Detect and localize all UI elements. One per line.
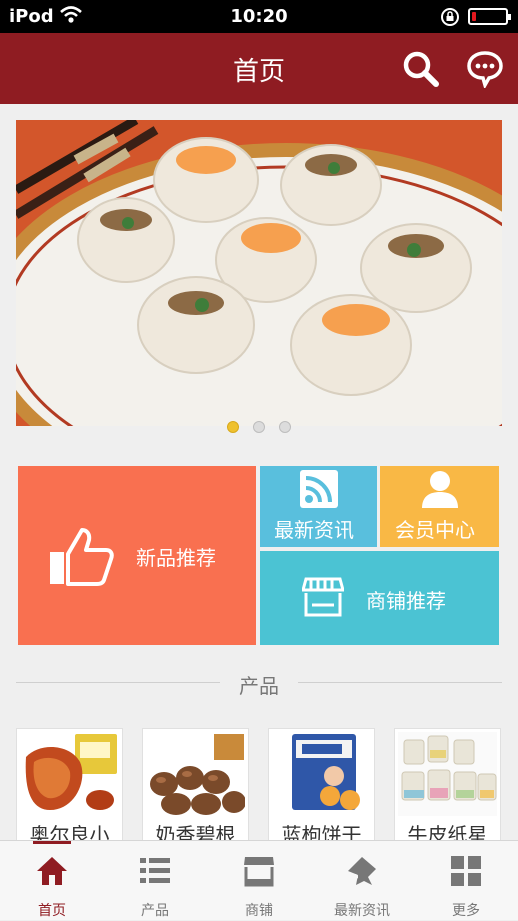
page-title: 首页: [232, 57, 285, 87]
active-tab-indicator: [33, 841, 71, 844]
chat-icon[interactable]: [466, 50, 504, 88]
product-image: [272, 732, 371, 816]
rss-icon: [300, 470, 338, 508]
new-products-label: 新品推荐: [136, 546, 216, 570]
news-label: 最新资讯: [274, 518, 354, 542]
product-card[interactable]: 奥尔良小: [16, 728, 123, 843]
tab-news[interactable]: 最新资讯: [310, 841, 414, 921]
tab-more[interactable]: 更多: [414, 841, 518, 921]
tab-label: 更多: [452, 903, 480, 919]
new-products-tile[interactable]: 新品推荐: [18, 466, 256, 645]
grid-icon: [451, 856, 481, 886]
member-tile[interactable]: 会员中心: [380, 466, 499, 547]
thumbs-up-icon: [50, 528, 114, 586]
banner-image: [16, 120, 502, 426]
store-tile[interactable]: 商铺推荐: [260, 551, 499, 645]
rotation-lock-icon: [441, 8, 459, 26]
store-label: 商铺推荐: [366, 589, 446, 613]
tab-label: 商铺: [245, 903, 273, 919]
home-icon: [37, 857, 67, 885]
battery-icon: [468, 8, 511, 25]
list-icon: [140, 858, 170, 883]
tab-store[interactable]: 商铺: [207, 841, 311, 921]
search-icon[interactable]: [402, 50, 440, 88]
news-icon: [348, 857, 376, 885]
product-image: [20, 732, 119, 816]
banner-carousel[interactable]: [16, 120, 502, 426]
carousel-dot[interactable]: [227, 421, 239, 433]
product-card[interactable]: 奶香碧根: [142, 728, 249, 843]
carousel-dot[interactable]: [253, 421, 265, 433]
tab-bar: 首页 产品 商铺 最新资讯 更多: [0, 840, 518, 920]
carousel-dots[interactable]: [0, 418, 518, 437]
products-section-header: 产品: [0, 668, 518, 698]
carousel-dot[interactable]: [279, 421, 291, 433]
status-bar: iPod 10:20: [0, 0, 518, 33]
store-icon: [244, 857, 274, 887]
member-label: 会员中心: [395, 518, 475, 542]
news-tile[interactable]: 最新资讯: [260, 466, 377, 547]
product-image: [398, 732, 497, 816]
section-title: 产品: [239, 674, 279, 698]
nav-bar: 首页: [0, 33, 518, 104]
user-icon: [422, 471, 458, 508]
battery-level: [472, 12, 476, 21]
tab-products[interactable]: 产品: [103, 841, 207, 921]
tab-label: 首页: [38, 903, 66, 919]
product-card[interactable]: 牛皮纸星: [394, 728, 501, 843]
divider-right: [298, 682, 502, 683]
product-image: [146, 732, 245, 816]
product-card[interactable]: 蓝枸饼干: [268, 728, 375, 843]
store-icon: [302, 577, 344, 617]
tab-home[interactable]: 首页: [0, 841, 104, 921]
tab-label: 产品: [141, 903, 169, 919]
tab-label: 最新资讯: [334, 903, 390, 919]
